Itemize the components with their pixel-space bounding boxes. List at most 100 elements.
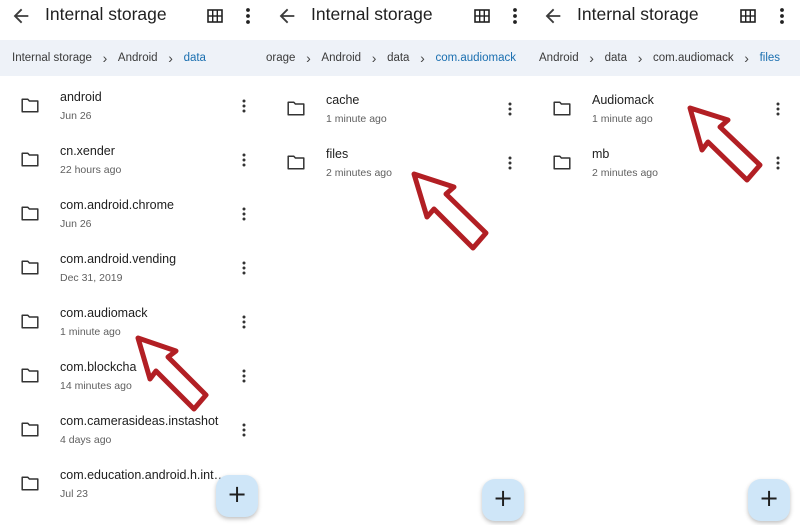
item-name: Audiomack bbox=[592, 93, 654, 107]
item-modified: 22 hours ago bbox=[60, 164, 122, 176]
more-vert-icon[interactable] bbox=[775, 155, 781, 171]
folder-icon bbox=[21, 422, 39, 437]
item-name: com.android.chrome bbox=[60, 198, 174, 212]
folder-icon bbox=[21, 98, 39, 113]
more-vert-icon[interactable] bbox=[241, 98, 247, 114]
more-vert-icon[interactable] bbox=[778, 6, 786, 26]
breadcrumb-item[interactable]: Android bbox=[321, 52, 361, 64]
screen-panel-3: Internal storage Android › data › com.au… bbox=[532, 0, 800, 525]
breadcrumb: Android › data › com.audiomack › files bbox=[532, 40, 800, 76]
item-modified: Jul 23 bbox=[60, 488, 89, 500]
list-item[interactable]: cn.xender 22 hours ago bbox=[0, 137, 266, 191]
add-button[interactable]: + bbox=[748, 479, 790, 521]
chevron-right-icon: › bbox=[306, 50, 311, 66]
breadcrumb-item-current[interactable]: data bbox=[184, 52, 206, 64]
chevron-right-icon: › bbox=[420, 50, 425, 66]
page-title: Internal storage bbox=[311, 4, 433, 24]
chevron-right-icon: › bbox=[371, 50, 377, 66]
list-item[interactable]: com.android.vending Dec 31, 2019 bbox=[0, 245, 266, 299]
breadcrumb-item-current[interactable]: files bbox=[760, 52, 780, 64]
item-modified: Jun 26 bbox=[60, 218, 92, 230]
folder-icon bbox=[553, 155, 571, 170]
list-item[interactable]: cache 1 minute ago bbox=[266, 86, 532, 140]
item-modified: 1 minute ago bbox=[592, 113, 653, 125]
breadcrumb-item[interactable]: Android bbox=[118, 52, 158, 64]
breadcrumb: orage › Android › data › com.audiomack bbox=[266, 40, 532, 76]
item-name: com.audiomack bbox=[60, 306, 148, 320]
add-icon: + bbox=[492, 484, 514, 512]
more-vert-icon[interactable] bbox=[241, 206, 247, 222]
breadcrumb-trail: Internal storage › Android › data bbox=[12, 40, 206, 76]
grid-view-icon[interactable] bbox=[740, 8, 756, 24]
item-modified: Dec 31, 2019 bbox=[60, 272, 123, 284]
folder-icon bbox=[21, 260, 39, 275]
more-vert-icon[interactable] bbox=[241, 368, 247, 384]
folder-icon bbox=[21, 476, 39, 491]
item-modified: 2 minutes ago bbox=[592, 167, 658, 179]
more-vert-icon[interactable] bbox=[775, 101, 781, 117]
folder-icon bbox=[287, 101, 305, 116]
item-name: files bbox=[326, 147, 349, 161]
folder-icon bbox=[287, 155, 305, 170]
breadcrumb-item[interactable]: data bbox=[387, 52, 409, 64]
item-name: com.blockcha bbox=[60, 360, 137, 374]
top-app-bar: Internal storage bbox=[0, 0, 266, 34]
item-modified: 4 days ago bbox=[60, 434, 112, 446]
top-app-bar: Internal storage bbox=[266, 0, 532, 34]
breadcrumb-item[interactable]: data bbox=[605, 52, 627, 64]
more-vert-icon[interactable] bbox=[241, 422, 247, 438]
item-name: com.education.android.h.int… bbox=[60, 468, 227, 482]
breadcrumb: Internal storage › Android › data bbox=[0, 40, 266, 76]
arrow-back-icon[interactable] bbox=[10, 5, 32, 27]
breadcrumb-item[interactable]: orage bbox=[266, 52, 295, 64]
breadcrumb-trail: orage › Android › data › com.audiomack bbox=[266, 40, 516, 76]
more-vert-icon[interactable] bbox=[507, 101, 513, 117]
add-icon: + bbox=[226, 480, 248, 508]
grid-view-icon[interactable] bbox=[207, 8, 223, 24]
add-button[interactable]: + bbox=[482, 479, 524, 521]
more-vert-icon[interactable] bbox=[241, 260, 247, 276]
page-title: Internal storage bbox=[577, 4, 699, 24]
item-modified: 1 minute ago bbox=[326, 113, 387, 125]
add-button[interactable]: + bbox=[216, 475, 258, 517]
breadcrumb-item[interactable]: Internal storage bbox=[12, 52, 92, 64]
item-name: com.android.vending bbox=[60, 252, 177, 266]
annotation-arrow bbox=[135, 335, 209, 412]
item-modified: 2 minutes ago bbox=[326, 167, 392, 179]
folder-icon bbox=[21, 314, 39, 329]
breadcrumb-trail: Android › data › com.audiomack › files bbox=[539, 40, 780, 76]
item-modified: 1 minute ago bbox=[60, 326, 121, 338]
item-name: cn.xender bbox=[60, 144, 115, 158]
breadcrumb-item[interactable]: com.audiomack bbox=[653, 52, 734, 64]
folder-icon bbox=[21, 206, 39, 221]
annotation-arrow bbox=[411, 171, 489, 251]
arrow-back-icon[interactable] bbox=[542, 5, 564, 27]
item-modified: Jun 26 bbox=[60, 110, 92, 122]
chevron-right-icon: › bbox=[589, 50, 594, 66]
chevron-right-icon: › bbox=[637, 50, 643, 66]
item-modified: 14 minutes ago bbox=[60, 380, 132, 392]
folder-icon bbox=[21, 152, 39, 167]
chevron-right-icon: › bbox=[744, 50, 749, 66]
more-vert-icon[interactable] bbox=[241, 152, 247, 168]
top-app-bar: Internal storage bbox=[532, 0, 800, 34]
grid-view-icon[interactable] bbox=[474, 8, 490, 24]
breadcrumb-item-current[interactable]: com.audiomack bbox=[435, 52, 516, 64]
folder-icon bbox=[21, 368, 39, 383]
item-name: android bbox=[60, 90, 102, 104]
item-name: cache bbox=[326, 93, 360, 107]
arrow-back-icon[interactable] bbox=[276, 5, 298, 27]
more-vert-icon[interactable] bbox=[241, 314, 247, 330]
item-name: mb bbox=[592, 147, 610, 161]
breadcrumb-item[interactable]: Android bbox=[539, 52, 579, 64]
screen-panel-1: Internal storage Internal storage › Andr… bbox=[0, 0, 266, 525]
screen-panel-2: Internal storage orage › Android › data … bbox=[266, 0, 532, 525]
list-item[interactable]: com.android.chrome Jun 26 bbox=[0, 191, 266, 245]
page-title: Internal storage bbox=[45, 4, 167, 24]
more-vert-icon[interactable] bbox=[507, 155, 513, 171]
list-item[interactable]: android Jun 26 bbox=[0, 83, 266, 137]
folder-icon bbox=[553, 101, 571, 116]
annotation-arrow bbox=[687, 105, 763, 183]
more-vert-icon[interactable] bbox=[511, 6, 519, 26]
more-vert-icon[interactable] bbox=[244, 6, 252, 26]
